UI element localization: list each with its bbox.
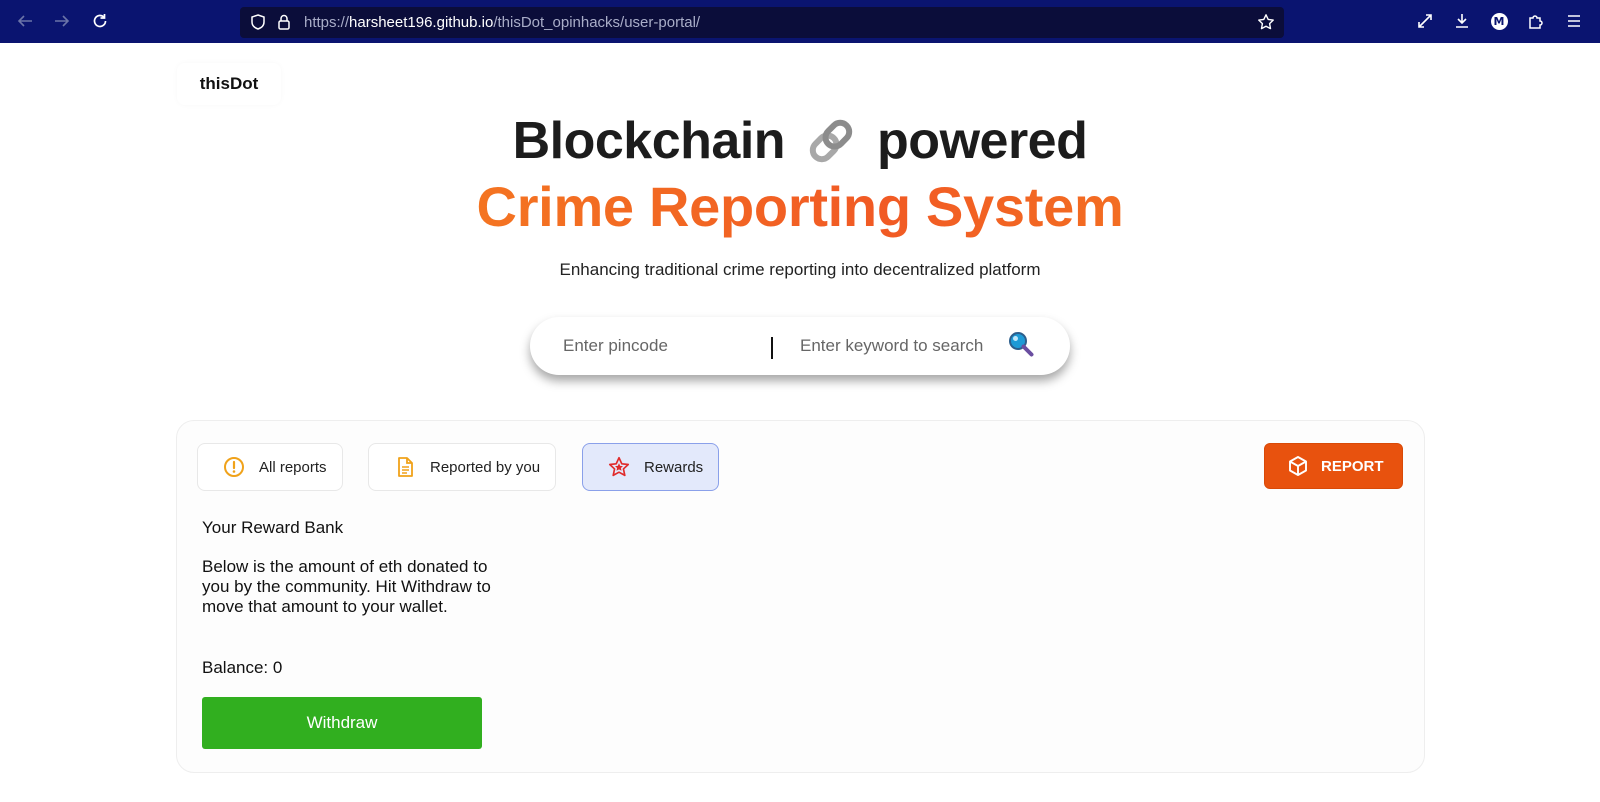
lock-icon[interactable]: [275, 13, 295, 33]
tab-label: All reports: [259, 458, 327, 476]
tab-rewards[interactable]: Rewards: [582, 443, 719, 491]
download-icon[interactable]: [1451, 10, 1473, 32]
shield-icon[interactable]: [249, 13, 269, 33]
tab-label: Reported by you: [430, 458, 541, 476]
magnifier-icon: [1007, 330, 1035, 363]
reward-description: Below is the amount of eth donated to yo…: [202, 557, 491, 616]
star-icon[interactable]: [1257, 13, 1277, 33]
tab-all-reports[interactable]: All reports: [197, 443, 343, 491]
keyword-search-input[interactable]: [800, 331, 1000, 361]
reload-icon[interactable]: [88, 9, 112, 33]
hero-word-blockchain: Blockchain: [512, 112, 786, 170]
hero-heading-line2: Crime Reporting System: [0, 174, 1600, 239]
profile-avatar[interactable]: M: [1488, 10, 1510, 32]
hero-heading-line1: Blockchain powered: [0, 111, 1600, 171]
url-path: /thisDot_opinhacks/user-portal/: [493, 14, 701, 31]
chain-link-icon: [803, 113, 859, 169]
extensions-icon[interactable]: [1525, 10, 1547, 32]
stars-icon: [607, 455, 631, 479]
search-divider: [771, 337, 773, 359]
pincode-input[interactable]: [563, 331, 763, 361]
fullscreen-icon[interactable]: [1414, 10, 1436, 32]
profile-initial: M: [1490, 12, 1508, 30]
menu-icon[interactable]: [1563, 10, 1585, 32]
hero-word-powered: powered: [877, 112, 1088, 170]
tab-reported-by-you[interactable]: Reported by you: [368, 443, 556, 491]
url-prefix: https://: [304, 14, 350, 31]
url-text[interactable]: https://harsheet196.github.io/thisDot_op…: [304, 14, 700, 31]
report-button[interactable]: REPORT: [1264, 443, 1403, 489]
forward-icon[interactable]: [50, 9, 74, 33]
balance-text: Balance: 0: [202, 658, 283, 677]
browser-toolbar: https://harsheet196.github.io/thisDot_op…: [0, 0, 1600, 43]
back-icon[interactable]: [13, 9, 37, 33]
report-button-label: REPORT: [1321, 457, 1384, 475]
search-bar: [530, 317, 1070, 375]
site-logo[interactable]: thisDot: [177, 63, 281, 105]
reward-bank-title: Your Reward Bank: [202, 518, 344, 537]
cube-icon: [1287, 455, 1309, 477]
alert-icon: [222, 455, 246, 479]
url-bar[interactable]: https://harsheet196.github.io/thisDot_op…: [240, 7, 1284, 38]
tab-label: Rewards: [644, 458, 704, 476]
search-button[interactable]: [1007, 330, 1035, 363]
withdraw-button[interactable]: Withdraw: [202, 697, 482, 749]
hero-subtitle: Enhancing traditional crime reporting in…: [559, 260, 1041, 279]
url-host: harsheet196.github.io: [349, 14, 494, 31]
document-icon: [393, 455, 417, 479]
reports-panel: All reports Reported by you Rewards REPO…: [176, 420, 1425, 773]
